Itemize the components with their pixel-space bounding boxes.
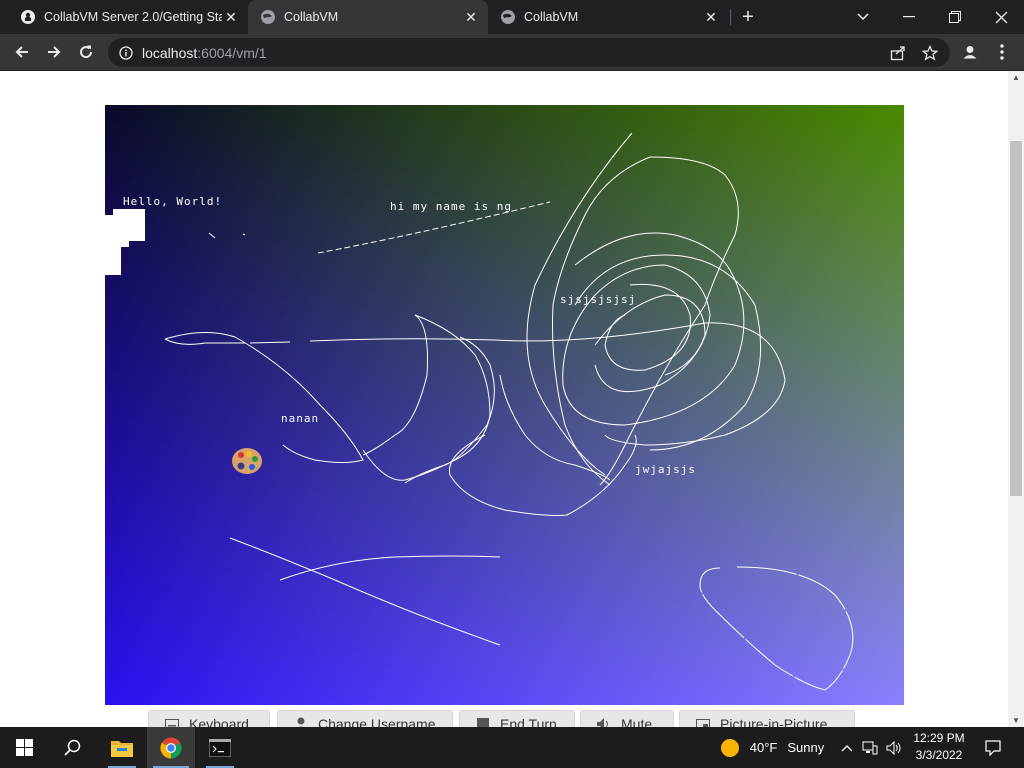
- clock-time: 12:29 PM: [913, 731, 965, 745]
- scroll-down-arrow[interactable]: ▼: [1012, 716, 1020, 725]
- browser-menu-button[interactable]: [987, 37, 1017, 67]
- volume-button[interactable]: [883, 727, 905, 768]
- tab-separator: [730, 9, 731, 25]
- terminal-icon: [209, 738, 231, 757]
- globe-icon: [500, 9, 516, 25]
- change-username-label: Change Username: [318, 716, 436, 727]
- close-icon[interactable]: ✕: [702, 8, 720, 26]
- vm-text-jwj: jwjajsjs: [635, 463, 696, 476]
- network-icon: [862, 741, 878, 754]
- stop-icon: [476, 717, 490, 727]
- chevron-up-icon: [841, 744, 853, 751]
- vm-canvas: [105, 105, 904, 705]
- pip-label: Picture-in-Picture: [720, 716, 828, 727]
- pip-icon: [696, 717, 710, 727]
- url-path: :6004/vm/1: [197, 44, 267, 61]
- page-viewport: Hello, World! hi my name is ng sjsjsjsjs…: [0, 71, 1008, 727]
- taskbar-clock[interactable]: 12:29 PM 3/3/2022: [905, 730, 973, 764]
- info-icon[interactable]: [118, 45, 134, 61]
- globe-icon: [260, 9, 276, 25]
- url-text: localhost:6004/vm/1: [142, 45, 267, 61]
- user-icon: [294, 717, 308, 727]
- sun-icon: [720, 738, 739, 757]
- back-button[interactable]: [7, 37, 37, 67]
- close-window-button[interactable]: [978, 0, 1024, 34]
- share-icon[interactable]: [884, 38, 912, 67]
- weather-temp: 40°F: [749, 740, 778, 755]
- tray-overflow-button[interactable]: [837, 727, 857, 768]
- page-scrollbar[interactable]: ▲ ▼: [1008, 71, 1024, 727]
- file-explorer-button[interactable]: [98, 727, 146, 768]
- vm-background-bottom: [105, 105, 904, 705]
- notification-icon: [985, 739, 1001, 756]
- change-username-button[interactable]: Change Username: [277, 710, 453, 727]
- tab-title: CollabVM: [284, 10, 339, 24]
- keyboard-icon: [165, 717, 179, 727]
- profile-avatar[interactable]: [955, 37, 985, 67]
- picture-in-picture-button[interactable]: Picture-in-Picture: [679, 710, 855, 727]
- tab-getting-started[interactable]: CollabVM Server 2.0/Getting Star ✕: [8, 0, 248, 34]
- tab-search-button[interactable]: [840, 0, 886, 34]
- search-button[interactable]: [48, 727, 96, 768]
- chrome-icon: [160, 737, 182, 758]
- keyboard-label: Keyboard: [189, 716, 249, 727]
- start-button[interactable]: [0, 727, 48, 768]
- end-turn-label: End Turn: [500, 716, 557, 727]
- network-button[interactable]: [859, 727, 881, 768]
- chrome-button[interactable]: [147, 727, 195, 768]
- mute-button[interactable]: Mute: [580, 710, 674, 727]
- tab-title: CollabVM: [524, 10, 579, 24]
- restore-button[interactable]: [932, 0, 978, 34]
- bookmark-star-icon[interactable]: [916, 38, 944, 67]
- browser-toolbar: localhost:6004/vm/1: [0, 34, 1024, 71]
- notifications-button[interactable]: [978, 727, 1008, 768]
- vm-display[interactable]: Hello, World! hi my name is ng sjsjsjsjs…: [105, 105, 904, 705]
- weather-widget[interactable]: 40°F Sunny: [710, 727, 834, 768]
- windows-taskbar: 40°F Sunny 12:29 PM 3/3/2022: [0, 727, 1024, 768]
- tab-title: CollabVM Server 2.0/Getting Star: [44, 10, 222, 24]
- vm-text-nanan: nanan: [281, 412, 320, 425]
- scroll-thumb[interactable]: [1010, 141, 1022, 496]
- paint-palette-icon[interactable]: [232, 448, 262, 474]
- clock-date: 3/3/2022: [915, 748, 963, 762]
- tab-strip: CollabVM Server 2.0/Getting Star ✕ Colla…: [0, 0, 1024, 34]
- weather-condition: Sunny: [787, 740, 825, 755]
- terminal-button[interactable]: [196, 727, 244, 768]
- close-icon[interactable]: ✕: [222, 8, 240, 26]
- search-icon: [63, 739, 80, 756]
- end-turn-button[interactable]: End Turn: [459, 710, 575, 727]
- speaker-icon: [597, 717, 611, 727]
- mute-label: Mute: [621, 716, 653, 727]
- minimize-button[interactable]: [886, 0, 932, 34]
- folder-icon: [111, 740, 133, 757]
- new-tab-button[interactable]: +: [736, 5, 760, 29]
- windows-logo-icon: [15, 739, 33, 756]
- url-host: localhost: [142, 44, 198, 61]
- scroll-up-arrow[interactable]: ▲: [1012, 73, 1020, 82]
- tab-collabvm[interactable]: CollabVM ✕: [488, 0, 728, 34]
- close-icon[interactable]: ✕: [462, 8, 480, 26]
- vm-text-sjs: sjsjsjsjsj: [560, 293, 637, 306]
- address-bar[interactable]: localhost:6004/vm/1: [108, 38, 950, 67]
- keyboard-button[interactable]: Keyboard: [148, 710, 270, 727]
- vm-text-hello: Hello, World!: [123, 195, 223, 208]
- speaker-icon: [886, 740, 901, 755]
- reload-button[interactable]: [71, 37, 101, 67]
- tab-collabvm-active[interactable]: CollabVM ✕: [248, 0, 488, 34]
- vm-text-hi: hi my name is ng: [390, 200, 512, 213]
- forward-button[interactable]: [39, 37, 69, 67]
- github-icon: [20, 9, 36, 25]
